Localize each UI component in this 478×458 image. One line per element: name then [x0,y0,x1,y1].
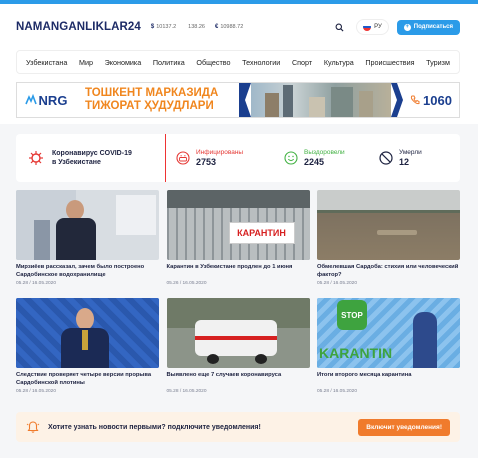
nav-item-politics[interactable]: Политика [153,58,185,67]
news-card[interactable]: Выявлено еще 7 случаев коронавируса 05.2… [166,298,310,394]
currency-rates: $ 10137.2 138.26 € 10988.72 [151,24,243,30]
nav-item-incidents[interactable]: Происшествия [365,58,414,67]
nav-item-sport[interactable]: Спорт [292,58,312,67]
news-date: 05.28 / 16.05.2020 [16,281,57,286]
news-title[interactable]: Обмелевшая Сардоба: стихия или человечес… [317,264,460,281]
news-photo [16,298,159,368]
rate-eur: € 10988.72 [215,24,243,30]
phone-icon [410,95,420,105]
news-date: 05.26 / 16.05.2020 [166,281,207,286]
died-label: Умерли [399,149,422,156]
nav-item-tourism[interactable]: Туризм [426,58,450,67]
nav-item-uzbekistan[interactable]: Узбекистана [26,58,67,67]
banner-photo [251,83,391,117]
covid-stats-panel: Коронавирус COVID-19 в Узбекистане Инфиц… [16,134,460,182]
nav-item-culture[interactable]: Культура [324,58,354,67]
notification-text: Хотите узнать новости первыми? подключит… [48,423,261,431]
search-icon [335,23,344,32]
recovered-label: Выздоровели [304,149,345,156]
virus-icon [29,151,43,165]
nav-item-world[interactable]: Мир [79,58,93,67]
language-switcher[interactable]: РУ [356,19,389,35]
subscribe-button[interactable]: + Подписаться [396,19,460,35]
news-title[interactable]: Карантин в Узбекистане продлен до 1 июня [167,264,310,281]
main-nav: Узбекистана Мир Экономика Политика Общес… [16,50,460,74]
died-count: 12 [399,157,410,167]
infected-face-icon [176,151,190,165]
rate-usd-value: 10137.2 [156,24,177,30]
news-card[interactable]: Следствие проверяет четыре версии прорыв… [16,298,159,394]
stat-infected: Инфицированы 2753 [176,149,284,167]
notification-bar: Хотите узнать новости первыми? подключит… [16,412,460,442]
news-grid-row-2: Следствие проверяет четыре версии прорыв… [16,298,460,394]
enable-notifications-button[interactable]: Включит уведомления! [358,418,450,436]
nrg-wing-icon [24,94,37,105]
rate-eur-value: 10988.72 [220,24,244,30]
header-actions: РУ + Подписаться [330,18,460,36]
nrg-logo: NRG [17,83,75,117]
news-photo [166,298,310,368]
banner-phone: 1060 [403,83,459,117]
news-card[interactable]: КАРАНТИН Карантин в Узбекистане продлен … [166,190,310,286]
stop-sign-text: STOP [341,310,363,320]
news-grid-row-1: Мирзиёев рассказал, зачем было построено… [16,190,460,286]
search-button[interactable] [330,18,348,36]
stat-died: Умерли 12 [379,149,449,167]
news-card[interactable]: Мирзиёев рассказал, зачем было построено… [16,190,159,286]
infected-label: Инфицированы [196,149,244,156]
nav-item-society[interactable]: Общество [196,58,230,67]
news-date: 05.28 / 16.05.2020 [16,389,57,394]
karantin-text: KARANTIN [319,345,393,361]
news-title[interactable]: Мирзиёев рассказал, зачем было построено… [16,264,159,281]
news-title[interactable]: Выявлено еще 7 случаев коронавируса [167,372,310,389]
news-photo: STOP KARANTIN [317,298,460,368]
covid-title: Коронавирус COVID-19 в Узбекистане [16,134,166,182]
bell-icon [26,421,40,433]
rate-usd: $ 10137.2 [151,24,176,30]
banner-chevron-left [239,83,251,117]
news-photo [317,190,460,260]
quarantine-sign-text: КАРАНТИН [237,228,286,238]
news-date: 05.28 / 16.05.2020 [166,389,207,394]
usd-icon: $ [150,24,155,30]
news-date: 05.28 / 16.05.2020 [317,281,358,286]
rate-rub: 138.26 [186,24,205,30]
no-symbol-icon [379,151,393,165]
nav-item-economy[interactable]: Экономика [105,58,142,67]
news-title[interactable]: Следствие проверяет четыре версии прорыв… [16,372,159,389]
nav-item-technology[interactable]: Технологии [242,58,280,67]
news-date: 05.28 / 16.05.2020 [317,389,358,394]
infected-count: 2753 [196,157,217,167]
russia-flag-icon [363,23,372,31]
language-label: РУ [374,24,382,30]
smile-icon [284,151,298,165]
subscribe-label: Подписаться [413,24,453,30]
banner-headline: ТОШКЕНТ МАРКАЗИДА ТИЖОРАТ ҲУДУДЛАРИ [75,83,239,117]
news-card[interactable]: Обмелевшая Сардоба: стихия или человечес… [317,190,460,286]
stat-recovered: Выздоровели 2245 [284,149,379,167]
top-accent-line [0,0,478,4]
covid-title-line-2: в Узбекистане [52,159,101,166]
recovered-count: 2245 [304,157,325,167]
rate-rub-value: 138.26 [188,24,205,30]
banner-brand: NRG [38,92,68,108]
news-card[interactable]: STOP KARANTIN Итоги второго месяца каран… [317,298,460,394]
news-photo: КАРАНТИН [166,190,310,260]
banner-line-1: ТОШКЕНТ МАРКАЗИДА [85,87,219,99]
eur-icon: € [214,24,219,30]
news-photo [16,190,159,260]
site-logo[interactable]: NAMANGANLIKLAR24 [16,21,141,33]
plus-icon: + [403,23,411,31]
ad-banner[interactable]: NRG ТОШКЕНТ МАРКАЗИДА ТИЖОРАТ ҲУДУДЛАРИ … [16,82,460,118]
banner-chevron-right [391,83,403,117]
covid-title-line-1: Коронавирус COVID-19 [52,150,132,157]
banner-line-2: ТИЖОРАТ ҲУДУДЛАРИ [85,100,214,112]
banner-phone-number: 1060 [423,92,452,108]
news-title[interactable]: Итоги второго месяца карантина [317,372,460,389]
site-header: NAMANGANLIKLAR24 $ 10137.2 138.26 € 1098… [16,14,460,40]
